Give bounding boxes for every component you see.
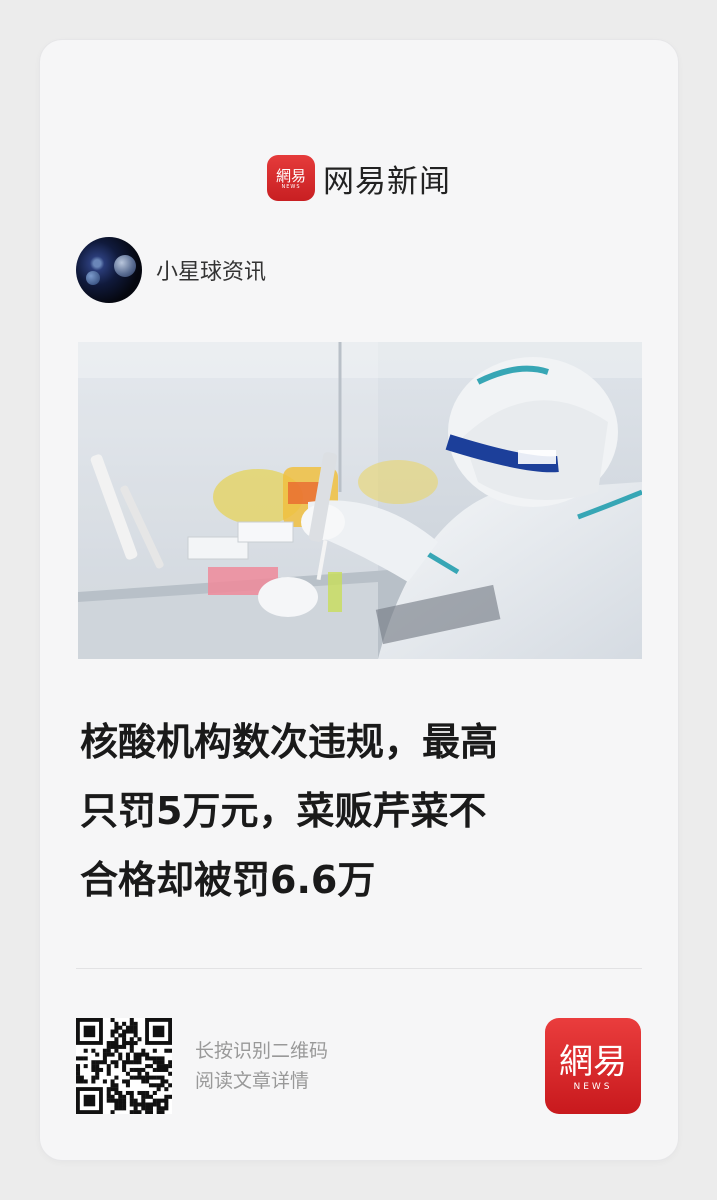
planet-graphic-small: [86, 271, 100, 285]
share-poster-page: 網易 NEWS 网易新闻 小星球资讯 核酸机构数次违规，最高 只罚5万元，菜贩芹…: [0, 0, 717, 1200]
divider: [76, 968, 642, 969]
avatar[interactable]: [76, 237, 142, 303]
headline-line: 合格却被罚6.6万: [80, 858, 376, 902]
share-card: 網易 NEWS 网易新闻 小星球资讯 核酸机构数次违规，最高 只罚5万元，菜贩芹…: [40, 40, 678, 1160]
author-row[interactable]: 小星球资讯: [76, 237, 266, 303]
logo-subtext: NEWS: [281, 184, 301, 190]
planet-graphic: [114, 255, 136, 277]
qr-code-icon: [76, 1018, 173, 1115]
brand-header: 網易 NEWS 网易新闻: [40, 154, 678, 202]
app-logo-subtext: NEWS: [573, 1082, 613, 1092]
qr-hint-line2: 阅读文章详情: [195, 1070, 310, 1092]
author-name[interactable]: 小星球资讯: [156, 254, 266, 286]
qr-hint-line1: 长按识别二维码: [195, 1040, 329, 1062]
netease-news-logo-icon: 網易 NEWS: [267, 155, 315, 201]
app-logo-text: 網易: [559, 1042, 627, 1082]
lab-photo-illustration: [78, 342, 642, 659]
headline-line: 只罚5万元，菜贩芹菜不: [80, 789, 487, 833]
qr-code[interactable]: [76, 1018, 173, 1115]
article-image[interactable]: [78, 342, 642, 659]
brand-name: 网易新闻: [323, 163, 451, 200]
logo-text: 網易: [275, 167, 306, 185]
article-headline[interactable]: 核酸机构数次违规，最高 只罚5万元，菜贩芹菜不 合格却被罚6.6万: [80, 708, 640, 915]
qr-hint: 长按识别二维码 阅读文章详情: [195, 1036, 328, 1096]
netease-news-app-icon: 網易 NEWS: [545, 1018, 641, 1114]
headline-line: 核酸机构数次违规，最高: [80, 720, 499, 764]
